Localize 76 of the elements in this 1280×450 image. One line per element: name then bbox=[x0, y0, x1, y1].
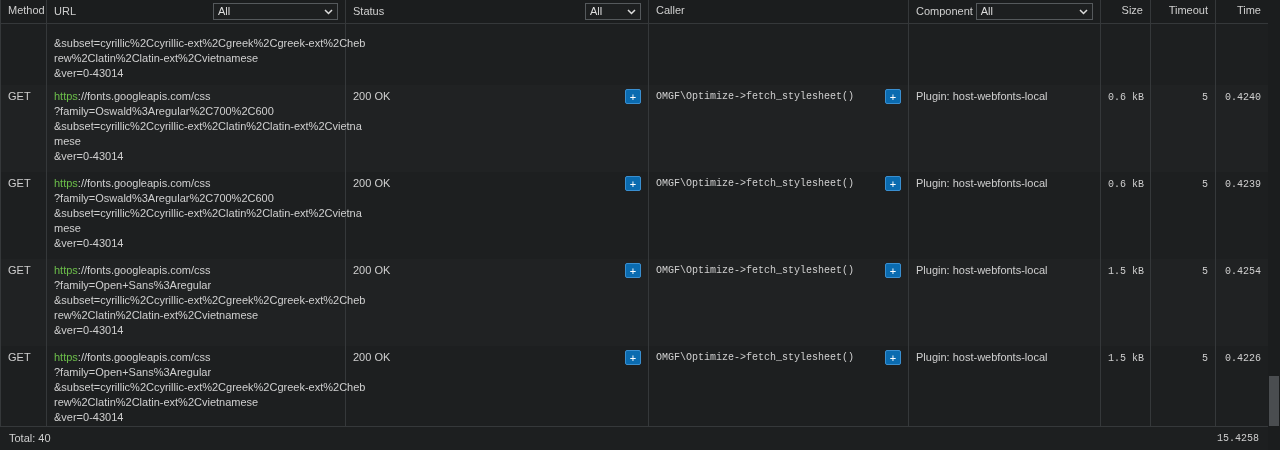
expand-button[interactable]: + bbox=[625, 89, 641, 104]
method-text: GET bbox=[8, 90, 31, 102]
filter-dropdown[interactable]: All bbox=[975, 3, 1093, 20]
column-header: Size bbox=[1121, 3, 1143, 18]
url-text: &ver=0-43014 bbox=[54, 66, 124, 81]
chevron-down-icon bbox=[627, 8, 636, 15]
url-text: ?family=Oswald%3Aregular%2C700%2C600 bbox=[54, 104, 274, 119]
column-header: Method bbox=[8, 3, 45, 18]
method-text: GET bbox=[8, 177, 31, 189]
total-time: 15.4258 bbox=[1217, 432, 1259, 447]
expand-button[interactable]: + bbox=[885, 89, 901, 104]
timeout-text: 5 bbox=[1202, 179, 1208, 190]
scrollbar-thumb[interactable] bbox=[1269, 376, 1279, 426]
url-text: ?family=Open+Sans%3Aregular bbox=[54, 278, 212, 293]
time-text: 0.4240 bbox=[1225, 92, 1261, 103]
column-header: Timeout bbox=[1168, 3, 1208, 18]
size-text: 1.5 kB bbox=[1108, 266, 1144, 277]
caller-text: OMGF\Optimize->fetch_stylesheet() bbox=[656, 351, 855, 365]
filter-dropdown[interactable]: All bbox=[585, 3, 641, 20]
url-text: &subset=cyrillic%2Ccyrillic-ext%2Cgreek%2Cgreek-ext%2Cheb bbox=[54, 293, 366, 308]
url-link[interactable]: https://fonts.googleapis.com/css bbox=[54, 89, 211, 104]
caller-text: OMGF\Optimize->fetch_stylesheet() bbox=[656, 177, 855, 191]
expand-button[interactable]: + bbox=[625, 350, 641, 365]
time-text: 0.4226 bbox=[1225, 353, 1261, 364]
url-text: rew%2Clatin%2Clatin-ext%2Cvietnamese bbox=[54, 308, 259, 323]
url-text: ?family=Open+Sans%3Aregular bbox=[54, 365, 212, 380]
column-header: Status bbox=[353, 4, 385, 19]
url-text: mese bbox=[54, 134, 81, 149]
url-text: ?family=Oswald%3Aregular%2C700%2C600 bbox=[54, 191, 274, 206]
url-text: &ver=0-43014 bbox=[54, 410, 124, 425]
method-text: GET bbox=[8, 351, 31, 363]
filter-dropdown[interactable]: All bbox=[213, 3, 338, 20]
component-text: Plugin: host-webfonts-local bbox=[916, 351, 1048, 363]
time-text: 0.4254 bbox=[1225, 266, 1261, 277]
component-text: Plugin: host-webfonts-local bbox=[916, 90, 1048, 102]
column-header: Time bbox=[1236, 3, 1261, 18]
component-text: Plugin: host-webfonts-local bbox=[916, 264, 1048, 276]
caller-text: OMGF\Optimize->fetch_stylesheet() bbox=[656, 90, 855, 104]
expand-button[interactable]: + bbox=[885, 350, 901, 365]
url-link[interactable]: https://fonts.googleapis.com/css bbox=[54, 176, 211, 191]
url-text: &ver=0-43014 bbox=[54, 149, 124, 164]
status-text: 200 OK bbox=[353, 263, 391, 278]
method-text: GET bbox=[8, 264, 31, 276]
size-text: 1.5 kB bbox=[1108, 353, 1144, 364]
status-text: 200 OK bbox=[353, 89, 391, 104]
size-text: 0.6 kB bbox=[1108, 92, 1144, 103]
url-text: rew%2Clatin%2Clatin-ext%2Cvietnamese bbox=[54, 395, 259, 410]
url-link[interactable]: https://fonts.googleapis.com/css bbox=[54, 350, 211, 365]
expand-button[interactable]: + bbox=[625, 176, 641, 191]
url-text: &subset=cyrillic%2Ccyrillic-ext%2Cgreek%2Cgreek-ext%2Cheb bbox=[54, 36, 366, 51]
column-header: URL bbox=[54, 4, 76, 19]
chevron-down-icon bbox=[1079, 8, 1088, 15]
timeout-text: 5 bbox=[1202, 92, 1208, 103]
status-text: 200 OK bbox=[353, 176, 391, 191]
status-text: 200 OK bbox=[353, 350, 391, 365]
timeout-text: 5 bbox=[1202, 266, 1208, 277]
url-text: &subset=cyrillic%2Ccyrillic-ext%2Cgreek%2Cgreek-ext%2Cheb bbox=[54, 380, 366, 395]
caller-text: OMGF\Optimize->fetch_stylesheet() bbox=[656, 264, 855, 278]
expand-button[interactable]: + bbox=[885, 176, 901, 191]
size-text: 0.6 kB bbox=[1108, 179, 1144, 190]
column-header: Caller bbox=[656, 3, 685, 18]
url-text: &subset=cyrillic%2Ccyrillic-ext%2Clatin%2Clatin-ext%2Cvietna bbox=[54, 206, 362, 221]
chevron-down-icon bbox=[324, 8, 333, 15]
url-text: &ver=0-43014 bbox=[54, 323, 124, 338]
column-header: Component bbox=[916, 4, 973, 19]
timeout-text: 5 bbox=[1202, 353, 1208, 364]
url-text: mese bbox=[54, 221, 81, 236]
time-text: 0.4239 bbox=[1225, 179, 1261, 190]
url-text: &subset=cyrillic%2Ccyrillic-ext%2Clatin%2Clatin-ext%2Cvietna bbox=[54, 119, 362, 134]
expand-button[interactable]: + bbox=[625, 263, 641, 278]
url-link[interactable]: https://fonts.googleapis.com/css bbox=[54, 263, 211, 278]
component-text: Plugin: host-webfonts-local bbox=[916, 177, 1048, 189]
expand-button[interactable]: + bbox=[885, 263, 901, 278]
total-count: Total: 40 bbox=[9, 431, 51, 447]
url-text: &ver=0-43014 bbox=[54, 236, 124, 251]
url-text: rew%2Clatin%2Clatin-ext%2Cvietnamese bbox=[54, 51, 259, 66]
